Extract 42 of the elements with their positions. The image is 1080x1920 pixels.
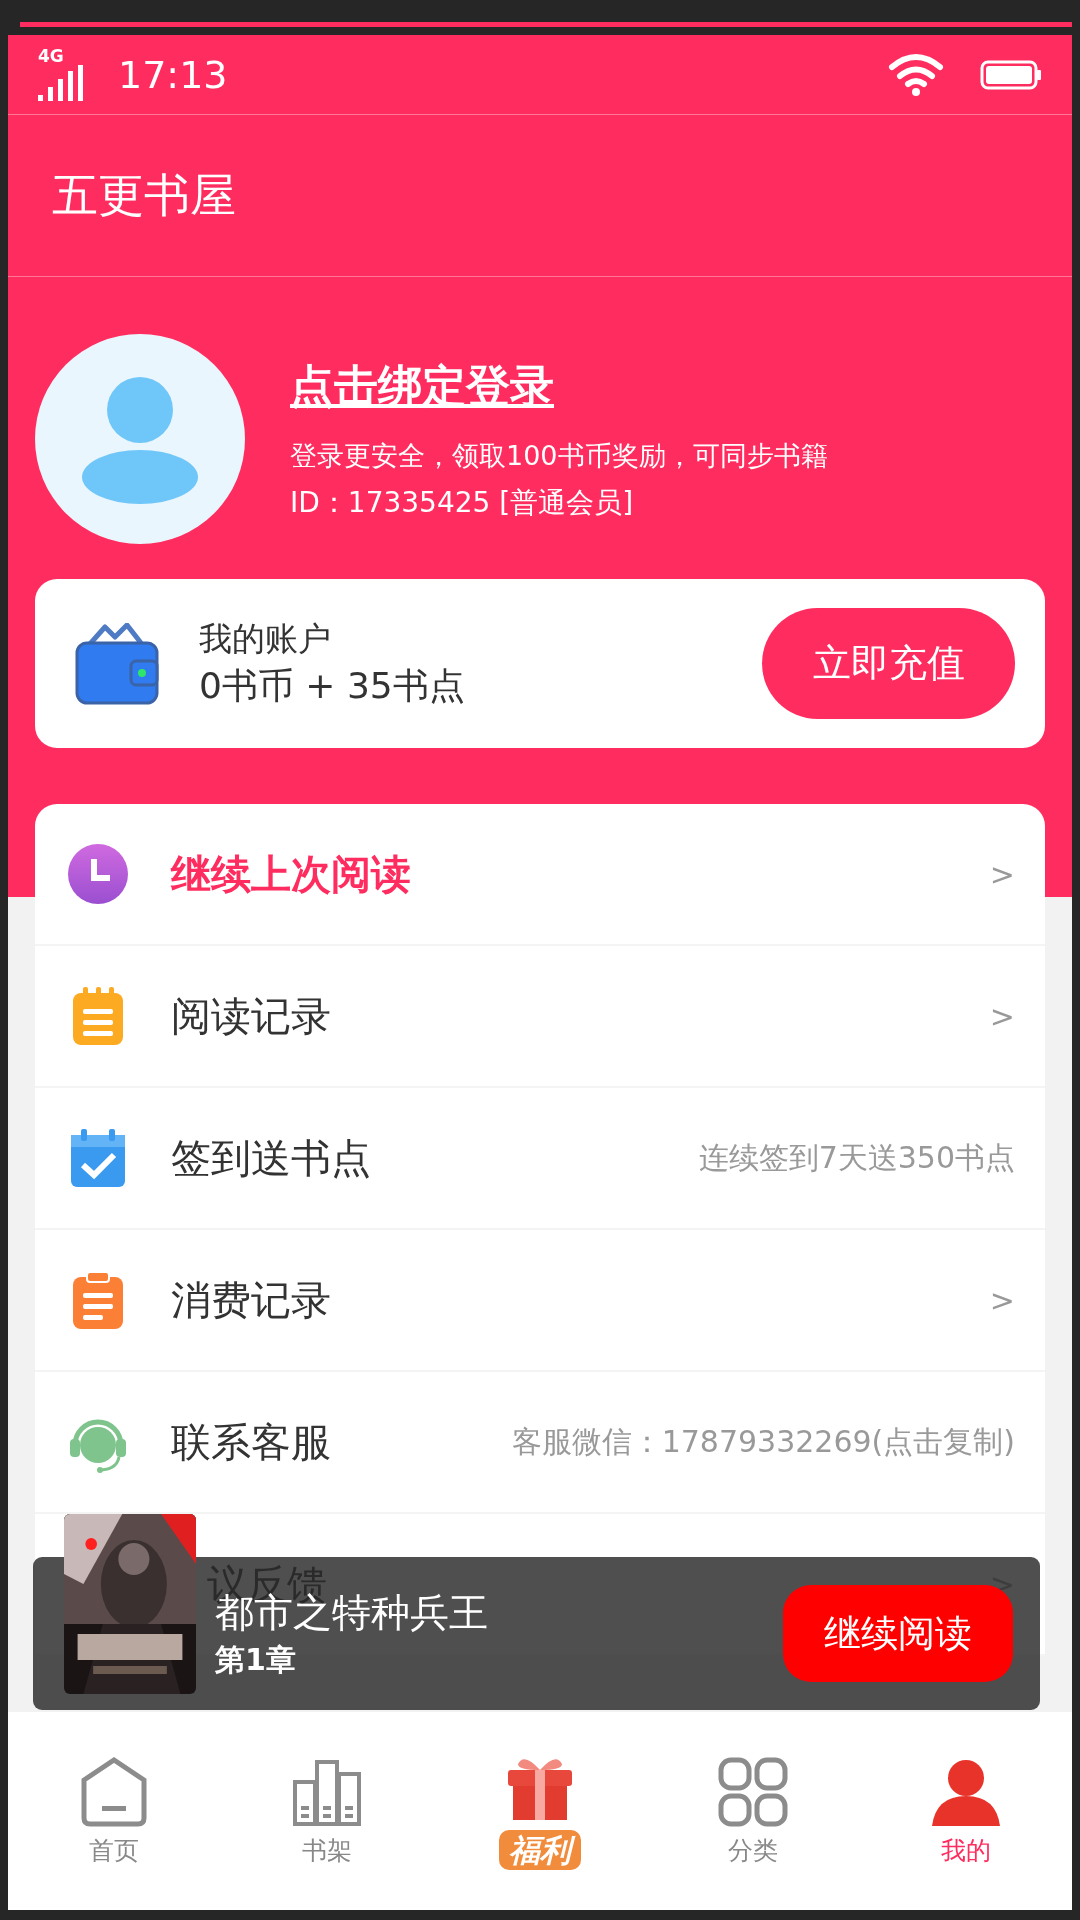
- tab-label: 首页: [89, 1834, 140, 1867]
- login-link[interactable]: 点击绑定登录: [290, 356, 828, 416]
- chevron: >: [989, 998, 1015, 1034]
- wifi-icon: [888, 52, 944, 97]
- continue-reading-button[interactable]: 继续阅读: [783, 1585, 1013, 1682]
- menu-item[interactable]: 签到送书点 连续签到7天送350书点: [35, 1088, 1045, 1230]
- network-label: 4G: [38, 48, 64, 65]
- battery-icon: [980, 59, 1042, 90]
- tab[interactable]: 首页: [8, 1712, 221, 1910]
- account-balance: 0书币 + 35书点: [199, 663, 466, 708]
- tab[interactable]: 我的: [859, 1712, 1072, 1910]
- status-time: 17:13: [118, 52, 228, 97]
- tab-label: 福利: [499, 1829, 581, 1871]
- tab-label: 我的: [940, 1834, 991, 1867]
- menu-hint: 客服微信：17879332269(点击复制): [511, 1422, 1015, 1461]
- tab[interactable]: 分类: [646, 1712, 860, 1910]
- app-title: 五更书屋: [52, 166, 236, 224]
- menu-hint: 连续签到7天送350书点: [698, 1138, 1015, 1177]
- chevron: >: [989, 1282, 1015, 1318]
- tab[interactable]: 福利: [433, 1712, 647, 1910]
- clock-icon: [67, 843, 129, 905]
- grid-icon: [716, 1755, 789, 1828]
- chevron: >: [989, 856, 1015, 892]
- wallet-icon: [75, 622, 159, 705]
- menu-label: 消费记录: [171, 1275, 332, 1325]
- member-id: ID：17335425 [普通会员]: [290, 484, 635, 521]
- tab-label: 书架: [302, 1834, 353, 1867]
- recharge-button[interactable]: 立即充值: [762, 608, 1015, 719]
- login-hint: 登录更安全，领取100书币奖励，可同步书籍: [290, 438, 828, 473]
- menu-item[interactable]: 联系客服 客服微信：17879332269(点击复制): [35, 1372, 1045, 1514]
- tab-label: 分类: [727, 1834, 778, 1867]
- signal-icon: [38, 65, 84, 101]
- menu-label: 联系客服: [171, 1417, 332, 1467]
- menu-item[interactable]: 继续上次阅读 >: [35, 804, 1045, 946]
- chapter-label: 第1章: [215, 1641, 297, 1679]
- menu-label: 继续上次阅读: [171, 849, 412, 899]
- menu-item[interactable]: 阅读记录 >: [35, 946, 1045, 1088]
- tab[interactable]: 书架: [220, 1712, 434, 1910]
- menu-item[interactable]: 消费记录 >: [35, 1230, 1045, 1372]
- menu-label: 阅读记录: [171, 991, 332, 1041]
- menu-label: 签到送书点: [171, 1133, 372, 1183]
- account-label: 我的账户: [199, 617, 332, 660]
